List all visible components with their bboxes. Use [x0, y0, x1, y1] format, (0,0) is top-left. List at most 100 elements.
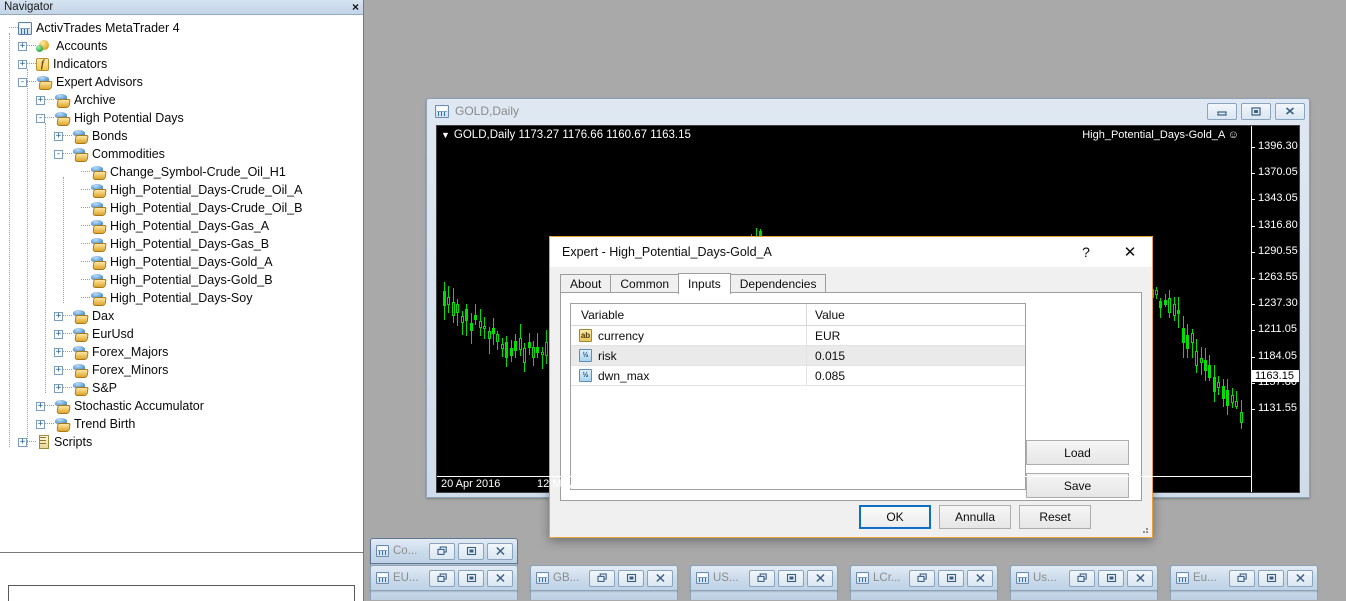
tab-common[interactable]: Common	[610, 274, 680, 293]
tree-item-forex-minors[interactable]: + Forex_Minors	[0, 361, 363, 379]
close-icon[interactable]	[1287, 569, 1313, 587]
tab-inputs[interactable]: Inputs	[678, 273, 731, 294]
maximize-icon[interactable]	[458, 542, 484, 560]
tree-item-high-potential-days-gas-a[interactable]: High_Potential_Days-Gas_A	[0, 217, 363, 235]
tree-item-expert-advisors[interactable]: - Expert Advisors	[0, 73, 363, 91]
tree-item-change-symbol-crude-oil-h1[interactable]: Change_Symbol-Crude_Oil_H1	[0, 163, 363, 181]
restore-icon[interactable]	[909, 569, 935, 587]
resize-grip[interactable]	[1140, 525, 1149, 534]
table-row[interactable]: ½ risk 0.015	[571, 346, 1025, 366]
expand-icon[interactable]: +	[36, 419, 45, 429]
expand-icon[interactable]: +	[18, 41, 27, 51]
tree-item-high-potential-days[interactable]: - High Potential Days	[0, 109, 363, 127]
tree-item-indicators[interactable]: + Indicators	[0, 55, 363, 73]
tree-item-commodities[interactable]: - Commodities	[0, 145, 363, 163]
expand-icon[interactable]: +	[36, 95, 45, 105]
tree-item-forex-majors[interactable]: + Forex_Majors	[0, 343, 363, 361]
value-cell[interactable]: EUR	[806, 326, 1025, 345]
value-cell[interactable]: 0.015	[806, 346, 1025, 365]
close-icon[interactable]	[647, 569, 673, 587]
expand-icon[interactable]: +	[18, 437, 27, 447]
value-cell[interactable]: 0.085	[806, 366, 1025, 385]
tab-about[interactable]: About	[560, 274, 612, 293]
tree-item-high-potential-days-gas-b[interactable]: High_Potential_Days-Gas_B	[0, 235, 363, 253]
expand-icon[interactable]: +	[18, 59, 27, 69]
close-icon[interactable]	[1275, 102, 1305, 120]
tree-item-bonds[interactable]: + Bonds	[0, 127, 363, 145]
maximize-icon[interactable]	[618, 569, 644, 587]
table-row[interactable]: ab currency EUR	[571, 326, 1025, 346]
candle-body	[1159, 300, 1163, 309]
tree-item-label: High_Potential_Days-Gas_B	[110, 237, 270, 251]
expand-icon[interactable]: +	[54, 365, 63, 375]
chart-dropdown-caret[interactable]: ▼	[441, 130, 450, 140]
close-icon[interactable]	[1127, 569, 1153, 587]
tree-item-stochastic-accumulator[interactable]: + Stochastic Accumulator	[0, 397, 363, 415]
maximize-icon[interactable]	[458, 569, 484, 587]
expand-icon[interactable]: +	[36, 401, 45, 411]
restore-icon[interactable]	[1069, 569, 1095, 587]
table-row[interactable]: ½ dwn_max 0.085	[571, 366, 1025, 386]
maximize-icon[interactable]	[938, 569, 964, 587]
restore-icon[interactable]	[1229, 569, 1255, 587]
close-icon[interactable]	[967, 569, 993, 587]
candle-body	[1221, 386, 1225, 399]
candle-body	[1217, 382, 1221, 388]
expand-icon[interactable]: +	[54, 311, 63, 321]
collapse-icon[interactable]: -	[36, 113, 45, 123]
candle-wick	[541, 346, 543, 370]
tree-item-dax[interactable]: + Dax	[0, 307, 363, 325]
expert-advisor-icon	[90, 165, 106, 179]
tree-item-scripts[interactable]: + Scripts	[0, 433, 363, 451]
tree-item-archive[interactable]: + Archive	[0, 91, 363, 109]
restore-icon[interactable]	[589, 569, 615, 587]
close-icon[interactable]	[487, 542, 513, 560]
collapse-icon[interactable]: -	[54, 149, 63, 159]
inputs-table[interactable]: Variable Value ab currency EUR ½ risk 0.015 ½ d…	[570, 303, 1026, 490]
minimized-window[interactable]: Eu...	[1170, 565, 1318, 591]
minimized-window[interactable]: GB...	[530, 565, 678, 591]
tree-item-s-p[interactable]: + S&P	[0, 379, 363, 397]
collapse-icon[interactable]: -	[18, 77, 27, 87]
expand-icon[interactable]: +	[54, 329, 63, 339]
restore-icon[interactable]	[429, 542, 455, 560]
reset-button[interactable]: Reset	[1019, 505, 1091, 529]
expand-icon[interactable]: +	[54, 347, 63, 357]
minimized-window[interactable]: Co...	[370, 538, 518, 564]
cancel-button[interactable]: Annulla	[939, 505, 1011, 529]
restore-icon[interactable]	[1241, 102, 1271, 120]
restore-icon[interactable]	[429, 569, 455, 587]
tree-item-accounts[interactable]: + Accounts	[0, 37, 363, 55]
close-icon[interactable]	[807, 569, 833, 587]
minimize-icon[interactable]	[1207, 102, 1237, 120]
maximize-icon[interactable]	[1258, 569, 1284, 587]
expand-icon[interactable]: +	[54, 131, 63, 141]
ok-button[interactable]: OK	[859, 505, 931, 529]
tab-dependencies[interactable]: Dependencies	[729, 274, 827, 293]
tree-item-trend-birth[interactable]: + Trend Birth	[0, 415, 363, 433]
tree-item-high-potential-days-crude-oil-a[interactable]: High_Potential_Days-Crude_Oil_A	[0, 181, 363, 199]
minimized-window[interactable]: EU...	[370, 565, 518, 591]
help-icon[interactable]: ?	[1064, 238, 1108, 267]
tree-item-eurusd[interactable]: + EurUsd	[0, 325, 363, 343]
maximize-icon[interactable]	[1098, 569, 1124, 587]
maximize-icon[interactable]	[778, 569, 804, 587]
candle-body	[491, 328, 495, 334]
minimized-window[interactable]: US...	[690, 565, 838, 591]
tree-item-high-potential-days-gold-a[interactable]: High_Potential_Days-Gold_A	[0, 253, 363, 271]
close-icon[interactable]: ✕	[1108, 238, 1152, 267]
load-button[interactable]: Load	[1026, 440, 1129, 465]
expand-icon[interactable]: +	[54, 383, 63, 393]
restore-icon[interactable]	[749, 569, 775, 587]
close-icon[interactable]: ×	[352, 0, 359, 14]
tree-item-high-potential-days-gold-b[interactable]: High_Potential_Days-Gold_B	[0, 271, 363, 289]
minimized-window[interactable]: Us...	[1010, 565, 1158, 591]
tree-item-activtrades-metatrader-4[interactable]: ActivTrades MetaTrader 4	[0, 19, 363, 37]
tab-page-inputs: Variable Value ab currency EUR ½ risk 0.015 ½ d…	[560, 292, 1142, 501]
minimized-window[interactable]: LCr...	[850, 565, 998, 591]
close-icon[interactable]	[487, 569, 513, 587]
tree-item-high-potential-days-crude-oil-b[interactable]: High_Potential_Days-Crude_Oil_B	[0, 199, 363, 217]
price-axis[interactable]: 1396.30 1370.05 1343.05 1316.80 1290.55 1263.…	[1251, 126, 1299, 492]
time-axis[interactable]: 20 Apr 2016 12 May 201	[437, 476, 1251, 492]
tree-item-high-potential-days-soy[interactable]: High_Potential_Days-Soy	[0, 289, 363, 307]
